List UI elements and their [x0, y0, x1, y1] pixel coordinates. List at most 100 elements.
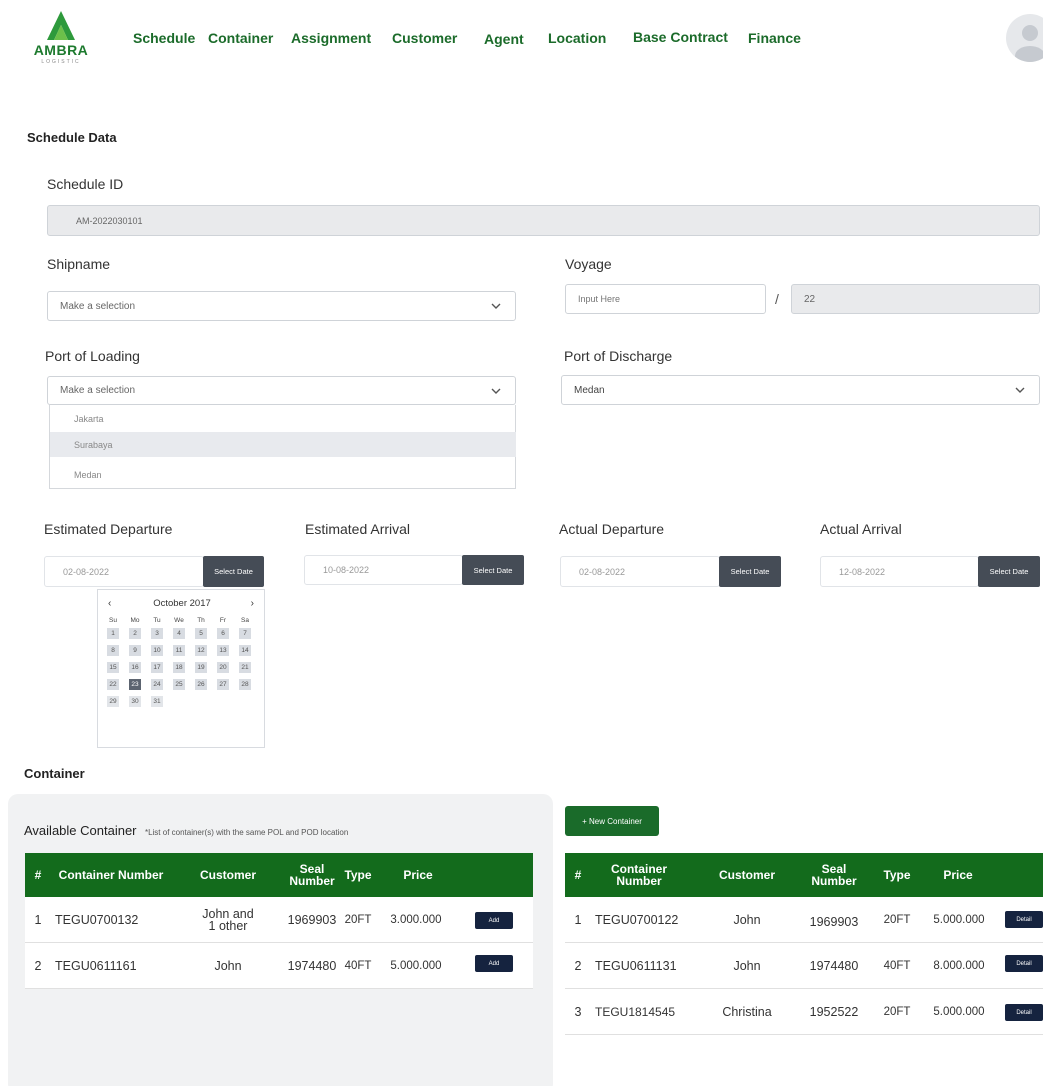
calendar-day[interactable]: 4: [173, 628, 185, 639]
calendar-day[interactable]: 11: [173, 645, 185, 656]
calendar-day[interactable]: 10: [151, 645, 163, 656]
logo-subtext: LOGISTIC: [41, 59, 81, 65]
nav-schedule[interactable]: Schedule: [133, 30, 195, 46]
chevron-down-icon: [491, 303, 501, 309]
calendar-day[interactable]: 28: [239, 679, 251, 690]
calendar-day[interactable]: 24: [151, 679, 163, 690]
calendar-weekdays: Su Mo Tu We Th Fr Sa: [104, 617, 254, 624]
calendar-weekday: Th: [197, 617, 205, 624]
shipname-select-value: Make a selection: [60, 300, 136, 312]
add-button[interactable]: Add: [475, 955, 513, 972]
table-header: # Container Number Customer Seal Number …: [565, 853, 1043, 897]
calendar-day[interactable]: 9: [129, 645, 141, 656]
calendar-day[interactable]: 8: [107, 645, 119, 656]
dropdown-option-surabaya[interactable]: Surabaya: [50, 432, 516, 457]
nav-agent[interactable]: Agent: [484, 31, 524, 47]
col-price-header: Price: [403, 868, 433, 882]
calendar-day[interactable]: 18: [173, 662, 185, 673]
col-seal-number-header: Seal Number: [289, 862, 335, 888]
voyage-separator: /: [775, 291, 779, 307]
col-number-header: #: [574, 868, 582, 882]
customer-name: John: [214, 958, 242, 973]
port-of-loading-label: Port of Loading: [45, 348, 140, 364]
nav-assignment[interactable]: Assignment: [291, 30, 371, 46]
voyage-input[interactable]: [565, 284, 766, 314]
calendar-day[interactable]: 21: [239, 662, 251, 673]
dropdown-option-medan[interactable]: Medan: [50, 462, 516, 487]
calendar-day[interactable]: 20: [217, 662, 229, 673]
container-price: 3.000.000: [390, 913, 442, 926]
calendar-day[interactable]: 5: [195, 628, 207, 639]
calendar-day[interactable]: 29: [107, 696, 119, 707]
calendar-day[interactable]: 17: [151, 662, 163, 673]
actual-departure-input[interactable]: 02-08-2022: [560, 556, 720, 587]
calendar-day[interactable]: 26: [195, 679, 207, 690]
calendar-day[interactable]: 12: [195, 645, 207, 656]
col-container-number-header: Container Number: [58, 868, 164, 882]
estimated-arrival-label: Estimated Arrival: [305, 521, 411, 537]
seal-number: 1969903: [809, 914, 859, 929]
estimated-departure-input[interactable]: 02-08-2022: [44, 556, 204, 587]
actual-arrival-input[interactable]: 12-08-2022: [820, 556, 979, 587]
col-seal-number-header: Seal Number: [811, 862, 857, 888]
calendar-day[interactable]: 7: [239, 628, 251, 639]
calendar-day[interactable]: 2: [129, 628, 141, 639]
calendar-prev-icon[interactable]: ‹: [108, 598, 111, 609]
detail-button[interactable]: Detail: [1005, 955, 1043, 972]
chevron-down-icon: [491, 388, 501, 394]
calendar-day[interactable]: 31: [151, 696, 163, 707]
container-number: TEGU0611131: [595, 958, 677, 973]
calendar-day[interactable]: 6: [217, 628, 229, 639]
calendar-day[interactable]: 1: [107, 628, 119, 639]
calendar-weekday: Sa: [241, 617, 249, 624]
new-container-button[interactable]: + New Container: [565, 806, 659, 836]
port-of-discharge-select[interactable]: Medan: [561, 375, 1040, 405]
calendar-day[interactable]: 27: [217, 679, 229, 690]
nav-container[interactable]: Container: [208, 30, 273, 46]
calendar-day[interactable]: 30: [129, 696, 141, 707]
row-number: 1: [34, 912, 42, 927]
calendar-day-selected[interactable]: 23: [129, 679, 141, 690]
col-number-header: #: [34, 868, 42, 882]
detail-button[interactable]: Detail: [1005, 1004, 1043, 1021]
calendar-day[interactable]: 15: [107, 662, 119, 673]
table-header: # Container Number Customer Seal Number …: [25, 853, 533, 897]
ambra-logo[interactable]: AMBRA LOGISTIC: [30, 10, 92, 72]
add-button[interactable]: Add: [475, 912, 513, 929]
user-avatar[interactable]: [1006, 14, 1043, 62]
port-of-loading-select[interactable]: Make a selection: [47, 376, 516, 405]
calendar-day[interactable]: 3: [151, 628, 163, 639]
table-row: 2 TEGU0611161 John 1974480 40FT 5.000.00…: [25, 943, 533, 989]
row-number: 3: [574, 1004, 582, 1019]
calendar-day[interactable]: 13: [217, 645, 229, 656]
calendar-day[interactable]: 19: [195, 662, 207, 673]
nav-finance[interactable]: Finance: [748, 30, 801, 46]
nav-location[interactable]: Location: [548, 30, 606, 46]
nav-base-contract[interactable]: Base Contract: [633, 29, 728, 45]
calendar-day[interactable]: 16: [129, 662, 141, 673]
container-number: TEGU0611161: [55, 958, 137, 973]
container-number: TEGU1814545: [595, 1004, 676, 1019]
detail-button[interactable]: Detail: [1005, 911, 1043, 928]
available-container-title: Available Container: [24, 823, 137, 838]
shipname-select[interactable]: Make a selection: [47, 291, 516, 321]
nav-customer[interactable]: Customer: [392, 30, 457, 46]
logo-text: AMBRA: [33, 42, 89, 58]
estimated-departure-select-date-button[interactable]: Select Date: [203, 556, 264, 587]
dropdown-option-jakarta[interactable]: Jakarta: [50, 406, 516, 431]
customer-name: John and 1 other: [202, 906, 254, 933]
actual-arrival-select-date-button[interactable]: Select Date: [978, 556, 1040, 587]
estimated-arrival-select-date-button[interactable]: Select Date: [462, 555, 524, 585]
estimated-arrival-input[interactable]: 10-08-2022: [304, 555, 463, 585]
col-price-header: Price: [943, 868, 973, 882]
calendar-weekday: Tu: [153, 617, 161, 624]
calendar-day[interactable]: 22: [107, 679, 119, 690]
table-row: 3 TEGU1814545 Christina 1952522 20FT 5.0…: [565, 989, 1043, 1035]
calendar-weekday: Mo: [130, 617, 140, 624]
table-row: 1 TEGU0700132 John and 1 other 1969903 2…: [25, 897, 533, 943]
actual-departure-select-date-button[interactable]: Select Date: [719, 556, 781, 587]
calendar-day[interactable]: 14: [239, 645, 251, 656]
row-number: 2: [574, 958, 582, 973]
calendar-next-icon[interactable]: ›: [251, 598, 254, 609]
calendar-day[interactable]: 25: [173, 679, 185, 690]
